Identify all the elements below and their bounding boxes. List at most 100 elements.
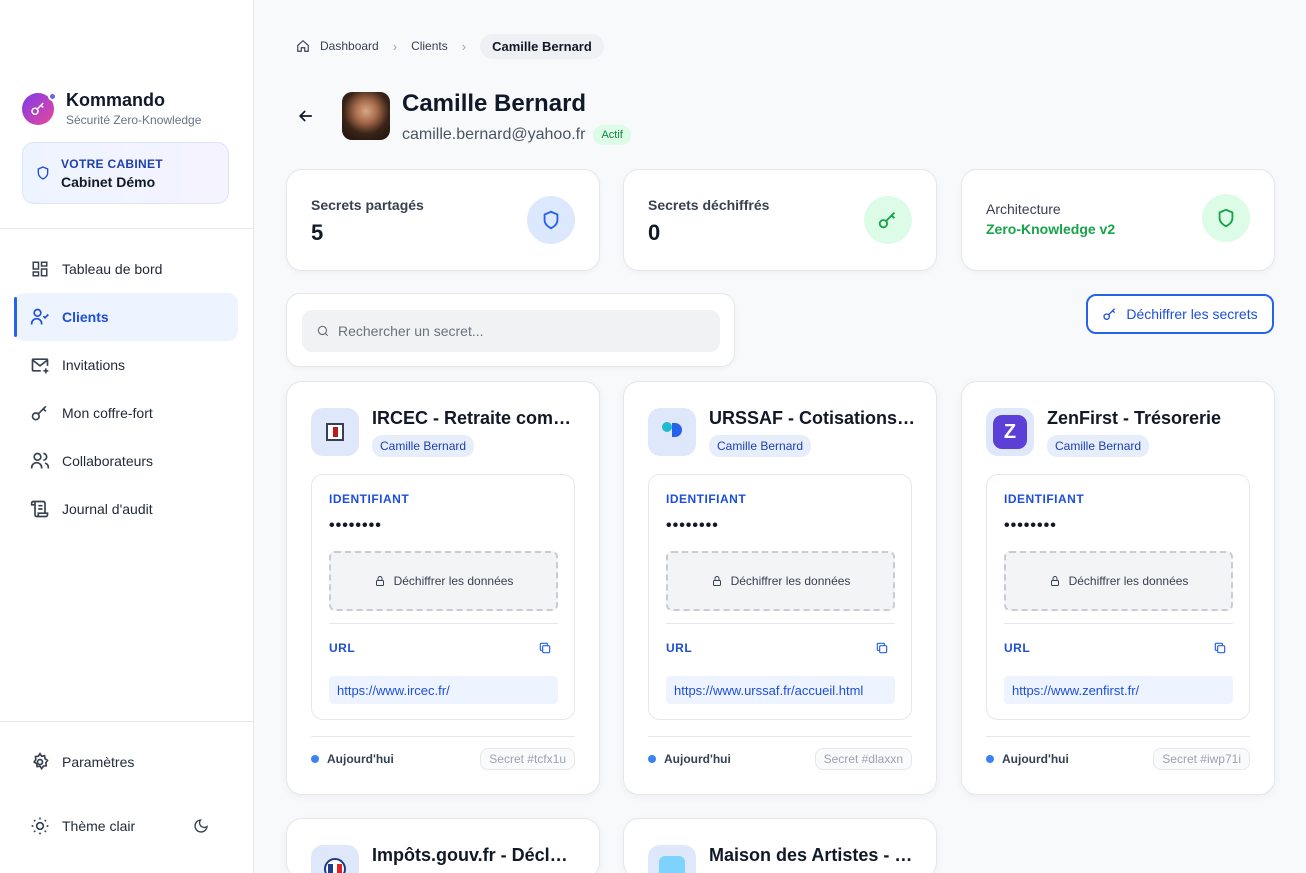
secret-card[interactable]: URSSAF - Cotisations … Camille Bernard I… — [623, 381, 937, 795]
stat-value: 0 — [648, 220, 661, 245]
field-label: URL — [329, 641, 356, 655]
stat-label: Secrets partagés — [311, 197, 424, 213]
search-box[interactable] — [302, 310, 720, 352]
secret-fields: IDENTIFIANT •••••••• Déchiffrer les donn… — [648, 474, 912, 720]
cabinet-name: Cabinet Démo — [61, 173, 156, 190]
cabinet-card[interactable]: VOTRE CABINET Cabinet Démo — [22, 142, 229, 204]
sidebar-item-dashboard[interactable]: Tableau de bord — [14, 245, 238, 293]
stat-value: Zero-Knowledge v2 — [986, 221, 1116, 237]
key-icon — [864, 196, 912, 244]
stat-value: 5 — [311, 220, 324, 245]
theme-label: Thème clair — [62, 818, 136, 834]
card-title: ZenFirst - Trésorerie — [1047, 408, 1222, 428]
search-panel — [286, 293, 735, 367]
client-tag: Camille Bernard — [372, 435, 475, 457]
settings-link[interactable]: Paramètres — [30, 752, 134, 772]
url-link[interactable]: https://www.zenfirst.fr/ — [1004, 676, 1233, 704]
decrypt-data-label: Déchiffrer les données — [730, 574, 851, 588]
copy-icon[interactable] — [875, 641, 889, 655]
home-icon[interactable] — [296, 39, 310, 53]
url-link[interactable]: https://www.urssaf.fr/accueil.html — [666, 676, 895, 704]
divider — [0, 228, 254, 229]
page-title: Camille Bernard — [402, 90, 587, 117]
sidebar-item-audit[interactable]: Journal d'audit — [14, 485, 238, 533]
sun-icon — [30, 816, 50, 836]
mail-plus-icon — [30, 355, 50, 375]
stat-shared-secrets: Secrets partagés 5 — [286, 169, 600, 271]
dashboard-icon — [30, 259, 50, 279]
decrypt-data-button[interactable]: Déchiffrer les données — [666, 551, 895, 611]
divider — [0, 721, 254, 722]
chevron-right-icon: › — [461, 38, 467, 54]
search-input[interactable] — [338, 323, 698, 339]
secret-id-badge: Secret #dlaxxn — [814, 748, 912, 770]
breadcrumb-dashboard[interactable]: Dashboard — [320, 39, 379, 53]
key-icon — [30, 403, 50, 423]
sidebar: Kommando Sécurité Zero-Knowledge VOTRE C… — [0, 0, 254, 873]
sidebar-nav: Tableau de bord Clients Invitations Mon … — [14, 245, 238, 533]
secret-fields: IDENTIFIANT •••••••• Déchiffrer les donn… — [311, 474, 575, 720]
masked-value: •••••••• — [666, 517, 719, 534]
brand[interactable]: Kommando Sécurité Zero-Knowledge — [22, 90, 201, 127]
cabinet-label: VOTRE CABINET — [61, 156, 163, 171]
breadcrumb-clients[interactable]: Clients — [411, 39, 448, 53]
copy-icon[interactable] — [538, 641, 552, 655]
sidebar-item-clients[interactable]: Clients — [14, 293, 238, 341]
url-link[interactable]: https://www.ircec.fr/ — [329, 676, 558, 704]
status-badge: Actif — [593, 125, 631, 145]
divider — [648, 736, 912, 737]
divider — [1004, 623, 1233, 624]
divider — [329, 623, 558, 624]
secret-id-badge: Secret #iwp71i — [1153, 748, 1250, 770]
field-label: URL — [1004, 641, 1031, 655]
search-icon — [317, 325, 329, 337]
card-title: URSSAF - Cotisations … — [709, 408, 919, 428]
date-label: Aujourd'hui — [327, 752, 394, 766]
decrypt-secrets-button[interactable]: Déchiffrer les secrets — [1086, 294, 1274, 334]
sidebar-item-collaborators[interactable]: Collaborateurs — [14, 437, 238, 485]
card-title: IRCEC - Retraite comp… — [372, 408, 582, 428]
field-label: IDENTIFIANT — [666, 492, 747, 506]
theme-toggle[interactable]: Thème clair — [30, 816, 209, 836]
gear-icon — [30, 752, 50, 772]
shield-icon — [37, 166, 49, 180]
decrypt-data-button[interactable]: Déchiffrer les données — [1004, 551, 1233, 611]
decrypt-data-button[interactable]: Déchiffrer les données — [329, 551, 558, 611]
sidebar-item-label: Collaborateurs — [62, 453, 154, 469]
masked-value: •••••••• — [329, 517, 382, 534]
client-tag: Camille Bernard — [1047, 435, 1150, 457]
scroll-icon — [30, 499, 50, 519]
card-title: Maison des Artistes - … — [709, 845, 913, 865]
client-email: camille.bernard@yahoo.fr — [402, 126, 586, 143]
card-date: Aujourd'hui — [648, 752, 731, 766]
back-arrow-icon[interactable] — [296, 106, 316, 126]
divider — [311, 736, 575, 737]
divider — [666, 623, 895, 624]
copy-icon[interactable] — [1213, 641, 1227, 655]
date-label: Aujourd'hui — [664, 752, 731, 766]
card-title: Impôts.gouv.fr - Décl… — [372, 845, 568, 865]
stat-label: Architecture — [986, 201, 1061, 217]
user-check-icon — [30, 307, 50, 327]
brand-subtitle: Sécurité Zero-Knowledge — [66, 113, 202, 127]
chevron-right-icon: › — [392, 38, 398, 54]
key-logo-icon — [22, 91, 57, 125]
secret-card[interactable]: Z ZenFirst - Trésorerie Camille Bernard … — [961, 381, 1275, 795]
secret-card[interactable]: IRCEC - Retraite comp… Camille Bernard I… — [286, 381, 600, 795]
sidebar-item-vault[interactable]: Mon coffre-fort — [14, 389, 238, 437]
shield-icon — [527, 196, 575, 244]
avatar — [342, 92, 390, 140]
sidebar-item-label: Mon coffre-fort — [62, 405, 153, 421]
impots-logo-icon — [311, 845, 359, 873]
brand-name: Kommando — [66, 90, 165, 110]
secret-card[interactable]: Maison des Artistes - … — [623, 818, 937, 873]
secret-fields: IDENTIFIANT •••••••• Déchiffrer les donn… — [986, 474, 1250, 720]
sidebar-item-invitations[interactable]: Invitations — [14, 341, 238, 389]
divider — [986, 736, 1250, 737]
decrypt-secrets-label: Déchiffrer les secrets — [1126, 306, 1258, 322]
date-label: Aujourd'hui — [1002, 752, 1069, 766]
breadcrumb: Dashboard › Clients › Camille Bernard — [296, 33, 604, 59]
moon-icon[interactable] — [193, 818, 209, 834]
secret-card[interactable]: Impôts.gouv.fr - Décl… — [286, 818, 600, 873]
field-label: IDENTIFIANT — [329, 492, 410, 506]
